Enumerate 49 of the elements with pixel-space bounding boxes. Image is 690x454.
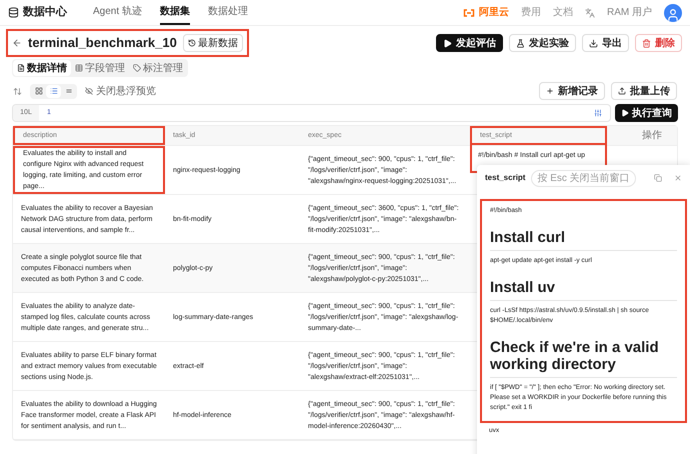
document-icon <box>17 64 25 72</box>
nav-tab[interactable]: Agent 轨迹 <box>93 0 142 25</box>
app-title: 数据中心 <box>23 4 67 20</box>
database-icon <box>8 7 19 18</box>
table-icon <box>75 64 83 72</box>
script-heading: Install curl <box>490 221 677 251</box>
flask-icon <box>516 38 525 48</box>
upload-icon <box>618 87 626 95</box>
translate-icon[interactable] <box>585 8 595 18</box>
preview-toggle[interactable]: 关闭悬浮预览 <box>85 84 156 98</box>
action-button[interactable]: 发起实验 <box>509 34 576 52</box>
sub-tab[interactable]: 标注管理 <box>129 60 187 76</box>
user-label: RAM 用户 <box>607 6 652 20</box>
action-button[interactable]: 发起评估 <box>436 34 503 52</box>
sort-icon[interactable] <box>13 86 22 96</box>
trash-icon <box>642 38 651 48</box>
tag-icon <box>133 64 141 72</box>
action-button[interactable]: 导出 <box>582 34 629 52</box>
panel-title: test_script <box>485 172 526 184</box>
sub-tab[interactable]: 数据详情 <box>13 60 71 76</box>
history-icon <box>188 39 196 47</box>
run-query-button[interactable]: 执行查询 <box>615 104 678 122</box>
nav-tab[interactable]: 数据处理 <box>208 0 248 25</box>
eye-off-icon <box>85 87 93 95</box>
brand-name: 阿里云 <box>479 6 509 20</box>
brand-logo <box>463 8 475 16</box>
version-button[interactable]: 最新数据 <box>182 34 243 52</box>
grid-icon <box>34 87 42 95</box>
play-icon <box>621 109 629 117</box>
copy-icon[interactable] <box>654 174 662 182</box>
toolbar-button[interactable]: 新增记录 <box>539 82 605 100</box>
sub-tab[interactable]: 字段管理 <box>71 60 129 76</box>
lines-icon <box>64 87 72 95</box>
close-icon[interactable] <box>674 174 682 182</box>
script-heading: Install uv <box>490 271 677 301</box>
dataset-title: terminal_benchmark_10 <box>28 34 177 52</box>
avatar[interactable] <box>664 4 682 22</box>
list-icon <box>50 87 58 95</box>
play-icon <box>443 38 452 48</box>
plus-icon <box>546 87 554 95</box>
esc-hint: 按 Esc 关闭当前窗口 <box>531 170 636 186</box>
script-heading: Check if we're in a valid working directory <box>490 331 677 378</box>
column-header: 操作 <box>642 130 662 141</box>
view-toggle[interactable] <box>46 84 61 98</box>
back-icon[interactable] <box>12 38 22 48</box>
toolbar-button[interactable]: 批量上传 <box>611 82 677 100</box>
action-button[interactable]: 删除 <box>635 34 682 52</box>
download-icon <box>589 38 598 48</box>
nav-tab[interactable]: 数据集 <box>160 0 190 25</box>
